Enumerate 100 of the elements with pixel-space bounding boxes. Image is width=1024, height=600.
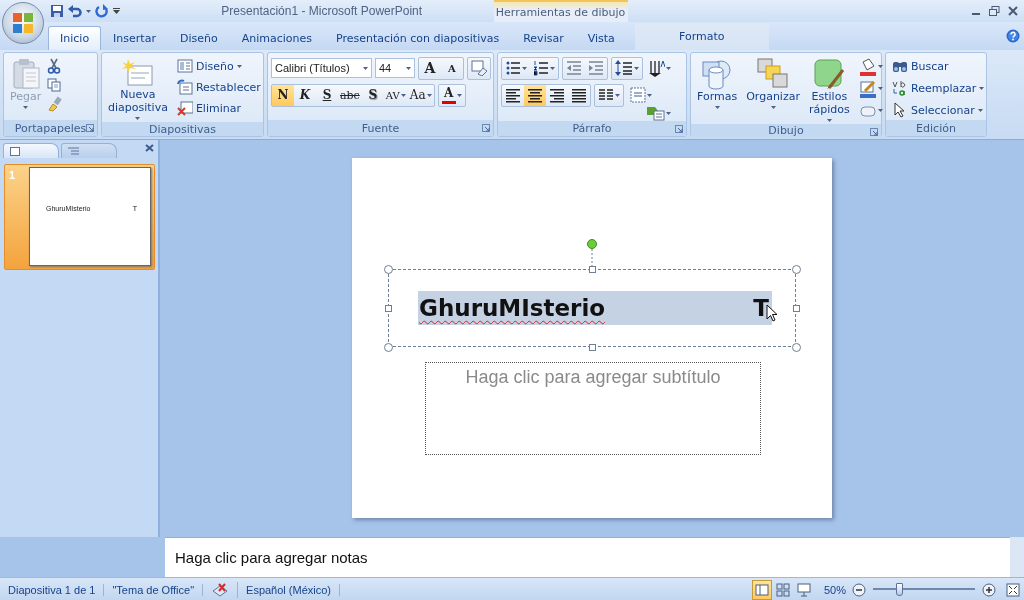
- fit-to-window-icon[interactable]: [1006, 582, 1020, 597]
- normal-view-button[interactable]: [751, 579, 772, 600]
- customize-caret-icon[interactable]: [113, 8, 120, 14]
- slider-thumb[interactable]: [895, 583, 903, 596]
- bullet-list-icon: [505, 60, 521, 76]
- zoom-level[interactable]: 50%: [813, 583, 852, 596]
- caret-icon: [634, 66, 639, 70]
- ribbon-tab[interactable]: Insertar: [101, 26, 168, 50]
- shapes-button[interactable]: Formas: [694, 56, 741, 124]
- rotate-handle[interactable]: [587, 239, 597, 269]
- columns-icon: [598, 87, 614, 103]
- reset-button[interactable]: Restablecer: [173, 77, 264, 97]
- font-color-button[interactable]: A: [437, 83, 466, 107]
- caret-icon: [977, 108, 983, 112]
- resize-handle[interactable]: [791, 342, 801, 352]
- replace-icon: [892, 80, 908, 96]
- normal-view-icon: [754, 582, 769, 597]
- new-slide-icon: [121, 58, 154, 88]
- close-icon[interactable]: [1008, 6, 1018, 16]
- delete-button[interactable]: Eliminar: [173, 98, 264, 118]
- caret-icon: [714, 106, 720, 109]
- dialog-launcher-icon[interactable]: [870, 128, 878, 136]
- window-title: Presentación1 - Microsoft PowerPoint: [220, 4, 424, 18]
- arrange-button[interactable]: Organizar: [743, 56, 803, 124]
- format-button[interactable]: AV: [383, 84, 408, 106]
- title-placeholder[interactable]: GhuruMIsterio T: [388, 269, 796, 347]
- shrink-font-button[interactable]: A: [441, 57, 463, 79]
- resize-handle[interactable]: [588, 265, 596, 273]
- group-label: Fuente: [361, 121, 400, 135]
- dialog-launcher-icon[interactable]: [675, 125, 683, 133]
- caret-icon: [363, 66, 368, 70]
- format-button[interactable]: S: [361, 84, 384, 106]
- new-slide-button[interactable]: Nueva diapositiva: [105, 56, 171, 122]
- format-button[interactable]: N: [272, 84, 294, 106]
- subtitle-prompt: Haga clic para agregar subtítulo: [465, 367, 721, 389]
- ribbon-tab[interactable]: Revisar: [511, 26, 576, 50]
- zoom-in-icon[interactable]: [982, 582, 996, 597]
- notes-area[interactable]: Haga clic para agregar notas: [165, 537, 1010, 577]
- format-button[interactable]: abc: [338, 84, 362, 106]
- save-icon[interactable]: [50, 4, 64, 18]
- caret-icon: [826, 119, 832, 122]
- resize-handle[interactable]: [383, 342, 393, 352]
- resize-handle[interactable]: [588, 343, 596, 351]
- pencil-outline-icon: [858, 79, 877, 98]
- copy-icon[interactable]: [47, 78, 62, 92]
- line-spacing-button[interactable]: [611, 56, 643, 80]
- ribbon-tab[interactable]: Formato: [634, 22, 769, 50]
- quick-styles-icon: [813, 58, 846, 90]
- undo-icon[interactable]: [68, 4, 82, 18]
- close-pane-icon[interactable]: [145, 144, 154, 152]
- align-text-icon: [630, 87, 646, 103]
- resize-handle[interactable]: [383, 264, 393, 274]
- slides-tab[interactable]: [3, 143, 59, 158]
- caret-icon: [979, 86, 985, 90]
- quick-styles-button[interactable]: Estilos rápidos: [805, 56, 853, 124]
- scrollbar[interactable]: [1010, 537, 1024, 577]
- select-button[interactable]: Seleccionar: [889, 100, 988, 120]
- resize-handle[interactable]: [791, 264, 801, 274]
- columns-button[interactable]: [594, 83, 624, 107]
- caret-icon: [426, 93, 432, 97]
- replace-button[interactable]: Reemplazar: [889, 78, 988, 98]
- spelling-check-icon[interactable]: [211, 581, 230, 598]
- slide-number: 1: [8, 168, 17, 183]
- caret-icon: [770, 106, 776, 109]
- help-icon[interactable]: [1006, 29, 1020, 43]
- find-button[interactable]: Buscar: [889, 56, 988, 76]
- font-name-field[interactable]: Calibri (Títulos): [271, 58, 372, 78]
- ribbon-tab[interactable]: Animaciones: [229, 26, 324, 50]
- format-button[interactable]: S: [316, 84, 338, 106]
- caret-icon: [666, 66, 671, 70]
- layout-button[interactable]: Diseño: [173, 56, 264, 76]
- ribbon-tab[interactable]: Diseño: [167, 26, 230, 50]
- scissors-icon[interactable]: [47, 58, 62, 74]
- layout-icon: [176, 58, 193, 74]
- redo-icon[interactable]: [95, 4, 109, 18]
- dialog-launcher-icon[interactable]: [482, 124, 490, 132]
- align-left-icon: [505, 87, 521, 103]
- clear-format-button[interactable]: [467, 56, 491, 80]
- font-size-field[interactable]: 44: [375, 58, 415, 78]
- ribbon-tab[interactable]: Presentación con diapositivas: [324, 26, 512, 50]
- outdent-icon: [566, 60, 582, 76]
- title-text: T: [753, 295, 769, 321]
- format-button[interactable]: K: [294, 84, 316, 106]
- align-center-button[interactable]: [524, 84, 546, 106]
- ribbon-tab[interactable]: Vista: [575, 26, 627, 50]
- dialog-launcher-icon[interactable]: [86, 124, 94, 132]
- slide-title: GhuruMIsterio: [419, 295, 606, 321]
- grow-font-button[interactable]: A: [419, 57, 441, 79]
- indent-icon: [588, 60, 604, 76]
- resize-handle[interactable]: [792, 304, 800, 312]
- ribbon-tab[interactable]: Inicio: [48, 26, 102, 50]
- caret-icon: [647, 93, 652, 97]
- format-brush-icon[interactable]: [47, 96, 64, 112]
- restore-icon[interactable]: [989, 6, 1000, 16]
- numbered-list-icon: [533, 60, 549, 76]
- language-indicator[interactable]: Español (México): [238, 583, 341, 596]
- resize-handle[interactable]: [384, 304, 392, 312]
- zoom-out-icon[interactable]: [852, 582, 866, 597]
- format-button[interactable]: Aa: [407, 84, 434, 106]
- caret-icon: [877, 65, 883, 68]
